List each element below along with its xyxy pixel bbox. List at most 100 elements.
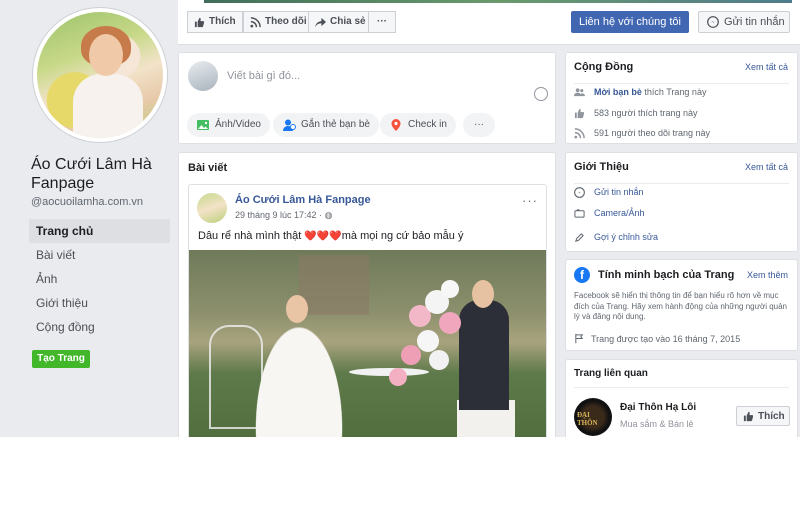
rss-icon	[574, 127, 585, 139]
invite-friends-link[interactable]: Mời bạn bè	[594, 87, 642, 97]
share-page-button[interactable]: Chia sẻ	[308, 11, 373, 33]
follows-count-row: 591 người theo dõi trang này	[574, 125, 710, 141]
related-page-like-button[interactable]: Thích	[736, 406, 790, 426]
thumbs-up-icon	[574, 108, 585, 118]
posts-section: Bài viết Áo Cưới Lâm Hà Fanpage 29 tháng…	[178, 152, 556, 437]
tag-friends-icon	[283, 119, 296, 131]
check-in-button[interactable]: Check in	[380, 113, 456, 137]
suggest-edit-row[interactable]: Gợi ý chỉnh sửa	[574, 229, 658, 245]
nav-item-community[interactable]: Cộng đồng	[29, 315, 170, 339]
share-arrow-icon	[315, 17, 326, 27]
post-author-name[interactable]: Áo Cưới Lâm Hà Fanpage	[235, 194, 371, 206]
about-send-message-link: Gửi tin nhắn	[594, 187, 644, 197]
page-profile-picture[interactable]	[33, 8, 167, 142]
posts-heading: Bài viết	[188, 162, 228, 174]
emoji-icon[interactable]	[534, 87, 548, 101]
camera-icon	[574, 208, 585, 218]
photo-balloon	[441, 280, 459, 298]
transparency-heading: Tính minh bạch của Trang	[598, 269, 735, 281]
post-item: Áo Cưới Lâm Hà Fanpage 29 tháng 9 lúc 17…	[188, 184, 547, 437]
community-see-all-link[interactable]: Xem tất cả	[745, 62, 788, 72]
photo-bride-head	[286, 295, 308, 323]
page-action-bar: Thích Theo dõi Chia sẻ ··· Liên hệ với c…	[178, 0, 800, 45]
follows-count-text: 591 người theo dõi trang này	[594, 128, 711, 138]
about-card: Giới Thiệu Xem tất cả Gửi tin nhắn Camer…	[565, 152, 798, 252]
more-actions-button[interactable]: ···	[368, 11, 396, 33]
photo-groom-head	[472, 280, 494, 308]
related-page-logo-text: ĐẠI THÔN	[577, 411, 598, 427]
send-message-button[interactable]: Gửi tin nhắn	[698, 11, 790, 33]
photo-video-button[interactable]: Ảnh/Video	[187, 113, 270, 137]
post-text: Dâu rể nhà mình thật ❤️❤️❤️mà mọi ng cứ …	[198, 230, 463, 242]
nav-item-home[interactable]: Trang chủ	[29, 219, 170, 243]
follow-page-button[interactable]: Theo dõi	[243, 11, 314, 33]
post-timestamp[interactable]: 29 tháng 9 lúc 17:42 · ◍	[235, 210, 332, 221]
nav-item-posts[interactable]: Bài viết	[29, 243, 170, 267]
tag-friends-label: Gắn thẻ bạn bè	[301, 119, 370, 130]
community-card: Cộng Đồng Xem tất cả Mời bạn bè thích Tr…	[565, 52, 798, 144]
page-nav: Trang chủ Bài viết Ảnh Giới thiệu Cộng đ…	[29, 219, 170, 339]
post-time-text: 29 tháng 9 lúc 17:42 ·	[235, 210, 325, 220]
flag-icon	[575, 333, 584, 344]
page-title[interactable]: Áo Cưới Lâm Hà Fanpage	[31, 155, 171, 193]
related-page-name[interactable]: Đại Thôn Hạ Lôi	[620, 402, 696, 413]
thumbs-up-icon	[194, 17, 205, 27]
check-in-label: Check in	[408, 119, 447, 130]
post-text-end: mà mọi ng cứ bảo mẫu ý	[341, 230, 464, 242]
community-heading: Cộng Đồng	[574, 61, 634, 73]
post-photo-wedding-couple[interactable]	[189, 250, 546, 437]
suggest-edit-link: Gợi ý chỉnh sửa	[594, 232, 658, 242]
more-dots-icon: ···	[474, 119, 484, 130]
invite-friends-row[interactable]: Mời bạn bè thích Trang này	[574, 84, 706, 100]
location-pin-icon	[391, 119, 401, 131]
photo-balloon	[429, 350, 449, 370]
pencil-icon	[575, 232, 584, 242]
nav-item-about[interactable]: Giới thiệu	[29, 291, 170, 315]
photo-balloon	[389, 368, 407, 386]
related-page-avatar[interactable]: ĐẠI THÔN	[574, 398, 612, 436]
likes-count-text: 583 người thích trang này	[594, 108, 698, 118]
like-label: Thích	[209, 16, 236, 27]
photo-face	[89, 34, 123, 76]
nav-item-photos[interactable]: Ảnh	[29, 267, 170, 291]
post-options-icon[interactable]: ···	[522, 193, 538, 208]
messenger-icon	[574, 186, 585, 198]
transparency-card: f Tính minh bạch của Trang Xem thêm Face…	[565, 259, 798, 351]
create-page-button[interactable]: Tạo Trang	[32, 350, 90, 368]
people-icon	[574, 87, 585, 96]
messenger-icon	[707, 16, 719, 28]
photo-icon	[197, 120, 209, 130]
photo-groom	[459, 300, 509, 410]
about-see-all-link[interactable]: Xem tất cả	[745, 162, 788, 172]
related-page-category: Mua sắm & Bán lẻ	[620, 419, 694, 429]
profile-photo-bride	[37, 12, 163, 138]
tag-friends-button[interactable]: Gắn thẻ bạn bè	[273, 113, 379, 137]
heart-emoji-icon: ❤️❤️❤️	[304, 231, 342, 242]
share-label: Chia sẻ	[330, 16, 366, 27]
post-author-avatar[interactable]	[197, 193, 227, 223]
facebook-logo-icon: f	[574, 267, 590, 283]
like-page-button[interactable]: Thích	[187, 11, 243, 33]
likes-count-row: 583 người thích trang này	[574, 105, 698, 121]
transparency-description: Facebook sẽ hiển thị thông tin để bạn hi…	[574, 291, 787, 321]
contact-us-button[interactable]: Liên hệ với chúng tôi	[571, 11, 689, 33]
post-text-start: Dâu rể nhà mình thật	[198, 230, 305, 242]
camera-row[interactable]: Camera/Ảnh	[574, 205, 645, 221]
thumbs-up-icon	[743, 411, 754, 421]
invite-friends-text: thích Trang này	[641, 87, 707, 97]
composer-input[interactable]: Viết bài gì đó...	[227, 70, 300, 82]
related-page-like-label: Thích	[758, 410, 785, 422]
page-created-row: Trang được tạo vào 16 tháng 7, 2015	[574, 333, 740, 344]
about-heading: Giới Thiệu	[574, 161, 629, 173]
rss-icon	[250, 16, 261, 28]
send-message-label: Gửi tin nhắn	[724, 16, 785, 28]
about-send-message-row[interactable]: Gửi tin nhắn	[574, 184, 644, 200]
related-pages-heading: Trang liên quan	[574, 368, 648, 379]
photo-dress	[73, 74, 143, 138]
cover-photo-edge[interactable]	[204, 0, 792, 3]
photo-balloon	[417, 330, 439, 352]
composer-more-button[interactable]: ···	[463, 113, 495, 137]
post-composer: Viết bài gì đó... Ảnh/Video Gắn thẻ bạn …	[178, 52, 556, 144]
transparency-see-more-link[interactable]: Xem thêm	[747, 270, 788, 280]
page-handle[interactable]: @aocuoilamha.com.vn	[31, 196, 143, 208]
